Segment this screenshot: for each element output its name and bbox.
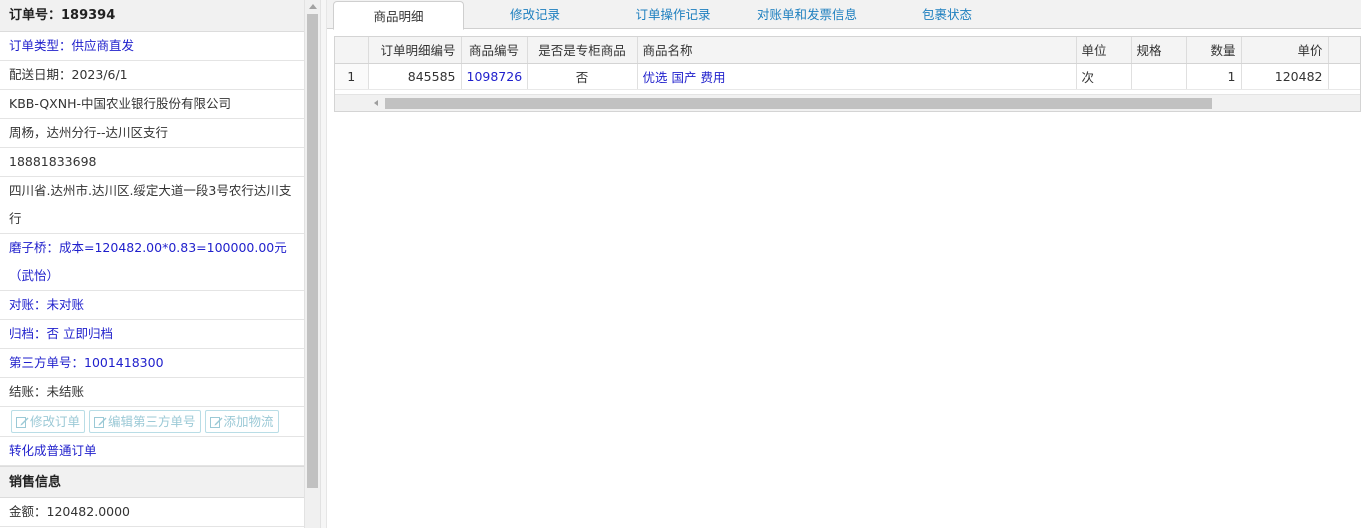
edit-icon	[16, 416, 29, 428]
column-header[interactable]: 数量	[1186, 37, 1242, 64]
product-name-link[interactable]: 优选 国产 费用	[637, 63, 1077, 90]
left-panel-scrollbar[interactable]	[304, 0, 321, 528]
scrollbar-thumb[interactable]	[385, 98, 1212, 109]
column-header[interactable]: 规格	[1131, 37, 1187, 64]
order-number-header: 订单号：189394	[0, 0, 304, 32]
column-header[interactable]: 单价	[1241, 37, 1329, 64]
settlement-status: 结账：未结账	[0, 378, 304, 407]
row-number-header	[335, 37, 369, 64]
cost-note: 磨子桥：成本=120482.00*0.83=100000.00元（武怡）	[0, 234, 304, 291]
third-party-number: 第三方单号：1001418300	[0, 349, 304, 378]
add-logistics-label: 添加物流	[223, 414, 274, 429]
tab-product-details[interactable]: 商品明细	[333, 1, 464, 30]
tab-modification-log[interactable]: 修改记录	[495, 0, 575, 29]
edit-order-button[interactable]: 修改订单	[11, 410, 86, 433]
unit-cell: 次	[1076, 63, 1132, 90]
unit-price-cell: 120482	[1241, 63, 1329, 90]
spec-cell	[1131, 63, 1187, 90]
edit-order-label: 修改订单	[30, 414, 81, 429]
grid-header-row: 订单明细编号 商品编号 是否是专柜商品 商品名称 单位 规格 数量 单价	[335, 37, 1360, 64]
delivery-address: 四川省.达州市.达川区.绥定大道一段3号农行达川支行	[0, 177, 304, 234]
edit-third-party-label: 编辑第三方单号	[108, 414, 196, 429]
order-info-panel: 订单号：189394 订单类型：供应商直发 配送日期：2023/6/1 KBB-…	[0, 0, 304, 528]
quantity-cell: 1	[1186, 63, 1242, 90]
column-header[interactable]: 商品编号	[461, 37, 528, 64]
scroll-up-arrow-icon[interactable]	[309, 4, 317, 9]
sales-info-header: 销售信息	[0, 466, 304, 498]
row-number: 1	[335, 63, 369, 90]
edit-icon	[94, 416, 107, 428]
product-detail-grid: 订单明细编号 商品编号 是否是专柜商品 商品名称 单位 规格 数量 单价 1 8…	[334, 36, 1361, 112]
edit-third-party-button[interactable]: 编辑第三方单号	[89, 410, 201, 433]
delivery-date: 配送日期：2023/6/1	[0, 61, 304, 90]
archive-status[interactable]: 归档：否 立即归档	[0, 320, 304, 349]
detail-id-cell: 845585	[368, 63, 462, 90]
column-header[interactable]: 商品名称	[637, 37, 1077, 64]
customer-phone: 18881833698	[0, 148, 304, 177]
tab-bar: 商品明细 修改记录 订单操作记录 对账单和发票信息 包裹状态	[327, 0, 1361, 30]
counter-product-cell: 否	[527, 63, 638, 90]
scroll-left-arrow-icon[interactable]	[374, 100, 378, 106]
column-header[interactable]: 是否是专柜商品	[527, 37, 638, 64]
customer-company: KBB-QXNH-中国农业银行股份有限公司	[0, 90, 304, 119]
convert-to-normal-order-link[interactable]: 转化成普通订单	[0, 437, 304, 466]
reconcile-status[interactable]: 对账：未对账	[0, 291, 304, 320]
column-header[interactable]: 订单明细编号	[368, 37, 462, 64]
tab-package-status[interactable]: 包裹状态	[907, 0, 987, 29]
grid-horizontal-scrollbar[interactable]	[335, 94, 1360, 111]
order-type: 订单类型：供应商直发	[0, 32, 304, 61]
sales-amount: 金额：120482.0000	[0, 498, 304, 527]
add-logistics-button[interactable]: 添加物流	[204, 410, 279, 433]
edit-icon	[209, 416, 223, 428]
product-id-link[interactable]: 1098726	[461, 63, 528, 90]
column-header-empty	[1328, 37, 1360, 64]
table-row[interactable]: 1 845585 1098726 否 优选 国产 费用 次 1 120482	[335, 63, 1360, 90]
tab-statement-invoice[interactable]: 对账单和发票信息	[747, 0, 867, 29]
tab-order-operation-log[interactable]: 订单操作记录	[623, 0, 723, 29]
column-header[interactable]: 单位	[1076, 37, 1132, 64]
empty-cell	[1328, 63, 1360, 90]
detail-panel: 商品明细 修改记录 订单操作记录 对账单和发票信息 包裹状态 订单明细编号 商品…	[327, 0, 1361, 528]
scrollbar-thumb[interactable]	[307, 14, 318, 488]
order-action-buttons: 修改订单 编辑第三方单号 添加物流	[0, 407, 304, 437]
customer-contact: 周杨，达州分行--达川区支行	[0, 119, 304, 148]
